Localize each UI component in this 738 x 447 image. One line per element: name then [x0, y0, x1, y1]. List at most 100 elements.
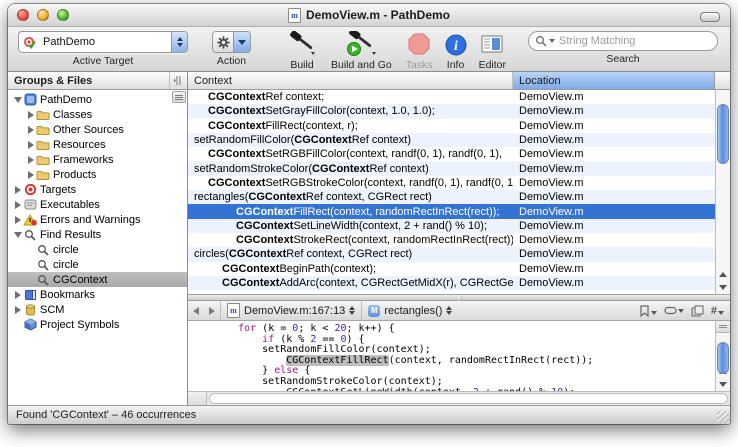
sidebar-header[interactable]: Groups & Files	[8, 72, 187, 90]
nav-forward-button[interactable]	[204, 301, 220, 320]
location-column-header[interactable]: Location	[513, 72, 715, 89]
disclosure-triangle-icon[interactable]	[12, 216, 23, 224]
sidebar-item-pathdemo[interactable]: PathDemo	[8, 92, 187, 107]
file-doc-icon: m	[227, 303, 240, 318]
file-history-popup[interactable]: m DemoView.m:167:13	[221, 301, 361, 320]
editor-hscrollbar[interactable]	[188, 391, 730, 405]
result-row[interactable]: CGContextStrokeRect(context, randomRectI…	[188, 233, 715, 247]
disclosure-triangle-icon[interactable]	[25, 111, 36, 119]
result-location-cell: DemoView.m	[513, 120, 715, 132]
sidebar-item-executables[interactable]: Executables	[8, 197, 187, 212]
sidebar-item-find-results[interactable]: Find Results	[8, 227, 187, 242]
disclosure-triangle-icon[interactable]	[25, 126, 36, 134]
function-popup[interactable]: M rectangles()	[362, 301, 458, 320]
action-button[interactable]	[212, 31, 251, 53]
result-row[interactable]: CGContextAddArc(context, CGRectGetMidX(r…	[188, 276, 715, 290]
content-area: Groups & Files PathDemoClassesOther Sour…	[8, 72, 730, 405]
title-bar[interactable]: m DemoView.m - PathDemo	[8, 4, 730, 27]
sidebar-item-project-symbols[interactable]: Project Symbols	[8, 317, 187, 332]
disclosure-triangle-icon[interactable]	[12, 232, 23, 238]
resize-grip[interactable]	[717, 411, 729, 423]
document-proxy-icon[interactable]: m	[288, 8, 301, 23]
result-row[interactable]: CGContextBeginPath(context);DemoView.m	[188, 262, 715, 276]
sidebar-item-label: Find Results	[40, 229, 101, 241]
info-button[interactable]: i	[445, 31, 467, 57]
result-row[interactable]: CGContextFillRect(context, randomRectInR…	[188, 204, 715, 218]
active-target-popup[interactable]: PathDemo	[18, 31, 188, 53]
result-context-cell: CGContextFillRect(context, r);	[188, 120, 513, 132]
result-row[interactable]: setRandomStrokeColor(CGContextRef contex…	[188, 161, 715, 175]
disclosure-triangle-icon[interactable]	[12, 186, 23, 194]
sidebar-item-scm[interactable]: SCM	[8, 302, 187, 317]
results-rows: CGContextRef context;DemoView.mCGContext…	[188, 90, 715, 294]
disclosure-triangle-icon[interactable]	[25, 141, 36, 149]
toolbar-toggle-button[interactable]	[700, 12, 720, 22]
sidebar-item-errors-and-warnings[interactable]: Errors and Warnings	[8, 212, 187, 227]
build-label: Build	[290, 59, 313, 71]
editor-scrollbar[interactable]	[715, 321, 730, 391]
editor-scroll-down-button[interactable]	[716, 378, 730, 391]
sidebar-item-resources[interactable]: Resources	[8, 137, 187, 152]
disclosure-triangle-icon[interactable]	[25, 171, 36, 179]
disclosure-triangle-icon[interactable]	[12, 291, 23, 299]
editor-nav-bar: m DemoView.m:167:13 M rectangles()	[188, 301, 730, 321]
disclosure-triangle-icon[interactable]	[12, 306, 23, 314]
disclosure-triangle-icon[interactable]	[12, 97, 23, 103]
context-column-header[interactable]: Context	[188, 72, 513, 89]
result-row[interactable]: CGContextSetLineWidth(context, 2 + rand(…	[188, 219, 715, 233]
editor-hscroll-corner-button[interactable]	[188, 392, 207, 405]
editor-hscroll-track[interactable]	[209, 393, 728, 404]
result-context-cell: CGContextSetRGBStrokeColor(context, rand…	[188, 177, 513, 189]
sidebar-item-other-sources[interactable]: Other Sources	[8, 122, 187, 137]
info-icon: i	[445, 31, 467, 57]
disclosure-triangle-icon[interactable]	[25, 156, 36, 164]
results-scrollbar-thumb[interactable]	[717, 104, 729, 164]
result-location-cell: DemoView.m	[513, 234, 715, 246]
pane-splitter[interactable]	[188, 294, 730, 301]
build-button[interactable]	[287, 31, 317, 57]
result-row[interactable]: CGContextRef context;DemoView.m	[188, 90, 715, 104]
book-icon	[23, 288, 37, 301]
bookmarks-menu-button[interactable]	[639, 305, 657, 317]
executable-icon	[23, 198, 37, 211]
editor-scrollbar-thumb[interactable]	[717, 342, 729, 374]
editor-button[interactable]	[480, 31, 504, 57]
result-row[interactable]: CGContextSetGrayFillColor(context, 1.0, …	[188, 104, 715, 118]
results-scrollbar[interactable]	[715, 90, 730, 294]
sidebar-item-products[interactable]: Products	[8, 167, 187, 182]
counterpart-button[interactable]	[691, 305, 704, 317]
result-row[interactable]: CGContextFillRect(context, r);DemoView.m	[188, 119, 715, 133]
result-row[interactable]: setRandomFillColor(CGContextRef context)…	[188, 133, 715, 147]
results-scroll-down-button[interactable]	[716, 281, 730, 294]
result-location-cell: DemoView.m	[513, 277, 715, 289]
breakpoints-menu-button[interactable]	[664, 306, 684, 315]
build-and-go-button[interactable]	[344, 31, 378, 57]
search-input[interactable]	[557, 34, 711, 48]
outline-menu-button[interactable]	[172, 91, 186, 103]
search-scope-arrow-icon[interactable]	[549, 39, 555, 43]
result-row[interactable]: CGContextSetRGBStrokeColor(context, rand…	[188, 176, 715, 190]
active-target-label: Active Target	[73, 55, 134, 67]
result-row[interactable]: rectangles(CGContextRef context, CGRect …	[188, 190, 715, 204]
sidebar-item-bookmarks[interactable]: Bookmarks	[8, 287, 187, 302]
sidebar-item-circle[interactable]: circle	[8, 242, 187, 257]
sidebar-item-classes[interactable]: Classes	[8, 107, 187, 122]
result-row[interactable]: circles(CGContextRef context, CGRect rec…	[188, 247, 715, 261]
zoom-button[interactable]	[57, 9, 69, 21]
disclosure-triangle-icon[interactable]	[12, 201, 23, 209]
result-row[interactable]: CGContextSetRGBFillColor(context, randf(…	[188, 147, 715, 161]
results-scroll-up-button[interactable]	[716, 268, 730, 281]
split-editor-button[interactable]	[716, 321, 730, 333]
close-button[interactable]	[17, 9, 29, 21]
sidebar-item-cgcontext[interactable]: CGContext	[8, 272, 187, 287]
sidebar-item-circle[interactable]: circle	[8, 257, 187, 272]
nav-back-button[interactable]	[188, 301, 204, 320]
search-field[interactable]	[528, 31, 718, 51]
scm-icon	[23, 303, 37, 316]
code-view[interactable]: for (k = 0; k < 20; k++) { if (k % 2 == …	[188, 321, 715, 391]
line-number-menu-button[interactable]: #	[711, 305, 724, 317]
column-splitter-icon[interactable]	[169, 72, 187, 89]
sidebar-item-targets[interactable]: Targets	[8, 182, 187, 197]
minimize-button[interactable]	[37, 9, 49, 21]
sidebar-item-frameworks[interactable]: Frameworks	[8, 152, 187, 167]
